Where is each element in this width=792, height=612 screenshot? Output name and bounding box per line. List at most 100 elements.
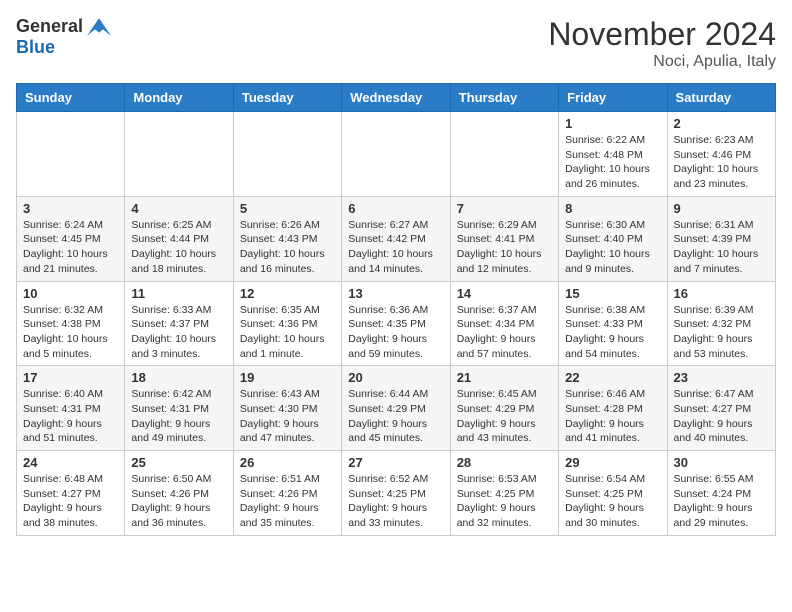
day-detail: Sunrise: 6:32 AM Sunset: 4:38 PM Dayligh… [23,303,118,362]
calendar-day-cell: 5 Sunrise: 6:26 AM Sunset: 4:43 PM Daylig… [233,196,341,281]
day-number: 9 [674,201,769,216]
calendar-day-cell [450,112,558,197]
day-number: 20 [348,370,443,385]
calendar-day-cell: 6 Sunrise: 6:27 AM Sunset: 4:42 PM Daylig… [342,196,450,281]
calendar-day-cell: 18 Sunrise: 6:42 AM Sunset: 4:31 PM Dayli… [125,366,233,451]
day-number: 19 [240,370,335,385]
day-number: 6 [348,201,443,216]
day-number: 3 [23,201,118,216]
day-number: 22 [565,370,660,385]
calendar-day-cell: 17Sunrise: 6:40 AM Sunset: 4:31 PM Dayli… [17,366,125,451]
day-of-week-header: Monday [125,84,233,112]
day-number: 16 [674,286,769,301]
day-number: 14 [457,286,552,301]
calendar-day-cell: 29Sunrise: 6:54 AM Sunset: 4:25 PM Dayli… [559,451,667,536]
day-of-week-header: Wednesday [342,84,450,112]
day-number: 5 [240,201,335,216]
day-number: 24 [23,455,118,470]
calendar-week-row: 17Sunrise: 6:40 AM Sunset: 4:31 PM Dayli… [17,366,776,451]
day-detail: Sunrise: 6:46 AM Sunset: 4:28 PM Dayligh… [565,387,660,446]
calendar-day-cell: 8 Sunrise: 6:30 AM Sunset: 4:40 PM Daylig… [559,196,667,281]
day-number: 28 [457,455,552,470]
calendar-day-cell: 10 Sunrise: 6:32 AM Sunset: 4:38 PM Dayli… [17,281,125,366]
calendar-day-cell: 9 Sunrise: 6:31 AM Sunset: 4:39 PM Daylig… [667,196,775,281]
day-detail: Sunrise: 6:37 AM Sunset: 4:34 PM Dayligh… [457,303,552,362]
calendar-week-row: 10 Sunrise: 6:32 AM Sunset: 4:38 PM Dayli… [17,281,776,366]
day-number: 18 [131,370,226,385]
day-detail: Sunrise: 6:36 AM Sunset: 4:35 PM Dayligh… [348,303,443,362]
day-detail: Sunrise: 6:40 AM Sunset: 4:31 PM Dayligh… [23,387,118,446]
calendar-day-cell: 13 Sunrise: 6:36 AM Sunset: 4:35 PM Dayli… [342,281,450,366]
calendar-day-cell: 20 Sunrise: 6:44 AM Sunset: 4:29 PM Dayli… [342,366,450,451]
day-detail: Sunrise: 6:38 AM Sunset: 4:33 PM Dayligh… [565,303,660,362]
day-detail: Sunrise: 6:22 AM Sunset: 4:48 PM Dayligh… [565,133,660,192]
day-detail: Sunrise: 6:35 AM Sunset: 4:36 PM Dayligh… [240,303,335,362]
day-detail: Sunrise: 6:45 AM Sunset: 4:29 PM Dayligh… [457,387,552,446]
day-detail: Sunrise: 6:55 AM Sunset: 4:24 PM Dayligh… [674,472,769,531]
calendar-day-cell: 22 Sunrise: 6:46 AM Sunset: 4:28 PM Dayli… [559,366,667,451]
day-detail: Sunrise: 6:43 AM Sunset: 4:30 PM Dayligh… [240,387,335,446]
day-of-week-header: Sunday [17,84,125,112]
day-detail: Sunrise: 6:42 AM Sunset: 4:31 PM Dayligh… [131,387,226,446]
calendar-day-cell: 11Sunrise: 6:33 AM Sunset: 4:37 PM Dayli… [125,281,233,366]
logo-blue-text: Blue [16,37,55,58]
calendar-day-cell: 23Sunrise: 6:47 AM Sunset: 4:27 PM Dayli… [667,366,775,451]
calendar-day-cell: 25 Sunrise: 6:50 AM Sunset: 4:26 PM Dayli… [125,451,233,536]
day-number: 27 [348,455,443,470]
calendar-day-cell: 16 Sunrise: 6:39 AM Sunset: 4:32 PM Dayli… [667,281,775,366]
day-detail: Sunrise: 6:47 AM Sunset: 4:27 PM Dayligh… [674,387,769,446]
calendar-week-row: 24Sunrise: 6:48 AM Sunset: 4:27 PM Dayli… [17,451,776,536]
day-detail: Sunrise: 6:51 AM Sunset: 4:26 PM Dayligh… [240,472,335,531]
day-detail: Sunrise: 6:24 AM Sunset: 4:45 PM Dayligh… [23,218,118,277]
calendar-day-cell: 19 Sunrise: 6:43 AM Sunset: 4:30 PM Dayli… [233,366,341,451]
day-detail: Sunrise: 6:54 AM Sunset: 4:25 PM Dayligh… [565,472,660,531]
day-detail: Sunrise: 6:44 AM Sunset: 4:29 PM Dayligh… [348,387,443,446]
calendar-day-cell [125,112,233,197]
calendar-day-cell: 4Sunrise: 6:25 AM Sunset: 4:44 PM Daylig… [125,196,233,281]
day-number: 1 [565,116,660,131]
calendar-week-row: 1 Sunrise: 6:22 AM Sunset: 4:48 PM Daylig… [17,112,776,197]
page-header: General Blue November 2024 Noci, Apulia,… [16,16,776,71]
day-of-week-header: Thursday [450,84,558,112]
calendar-day-cell: 24Sunrise: 6:48 AM Sunset: 4:27 PM Dayli… [17,451,125,536]
day-detail: Sunrise: 6:27 AM Sunset: 4:42 PM Dayligh… [348,218,443,277]
day-detail: Sunrise: 6:29 AM Sunset: 4:41 PM Dayligh… [457,218,552,277]
day-number: 13 [348,286,443,301]
calendar-day-cell: 27 Sunrise: 6:52 AM Sunset: 4:25 PM Dayli… [342,451,450,536]
day-detail: Sunrise: 6:50 AM Sunset: 4:26 PM Dayligh… [131,472,226,531]
day-number: 2 [674,116,769,131]
day-number: 30 [674,455,769,470]
calendar-day-cell: 28Sunrise: 6:53 AM Sunset: 4:25 PM Dayli… [450,451,558,536]
day-detail: Sunrise: 6:26 AM Sunset: 4:43 PM Dayligh… [240,218,335,277]
day-number: 15 [565,286,660,301]
day-of-week-header: Friday [559,84,667,112]
title-block: November 2024 Noci, Apulia, Italy [548,16,776,71]
day-number: 7 [457,201,552,216]
day-number: 10 [23,286,118,301]
day-number: 12 [240,286,335,301]
day-detail: Sunrise: 6:31 AM Sunset: 4:39 PM Dayligh… [674,218,769,277]
day-detail: Sunrise: 6:33 AM Sunset: 4:37 PM Dayligh… [131,303,226,362]
day-number: 8 [565,201,660,216]
day-number: 26 [240,455,335,470]
day-detail: Sunrise: 6:52 AM Sunset: 4:25 PM Dayligh… [348,472,443,531]
calendar-week-row: 3 Sunrise: 6:24 AM Sunset: 4:45 PM Daylig… [17,196,776,281]
calendar-day-cell: 7 Sunrise: 6:29 AM Sunset: 4:41 PM Daylig… [450,196,558,281]
logo-bird-icon [87,17,111,37]
day-detail: Sunrise: 6:30 AM Sunset: 4:40 PM Dayligh… [565,218,660,277]
calendar-day-cell: 1 Sunrise: 6:22 AM Sunset: 4:48 PM Daylig… [559,112,667,197]
calendar-day-cell: 3 Sunrise: 6:24 AM Sunset: 4:45 PM Daylig… [17,196,125,281]
day-number: 4 [131,201,226,216]
calendar-table: SundayMondayTuesdayWednesdayThursdayFrid… [16,83,776,536]
day-detail: Sunrise: 6:39 AM Sunset: 4:32 PM Dayligh… [674,303,769,362]
location-subtitle: Noci, Apulia, Italy [548,53,776,71]
calendar-day-cell [342,112,450,197]
logo-general-text: General [16,16,83,37]
calendar-day-cell: 15 Sunrise: 6:38 AM Sunset: 4:33 PM Dayli… [559,281,667,366]
day-number: 25 [131,455,226,470]
calendar-day-cell: 21Sunrise: 6:45 AM Sunset: 4:29 PM Dayli… [450,366,558,451]
calendar-day-cell: 30 Sunrise: 6:55 AM Sunset: 4:24 PM Dayli… [667,451,775,536]
day-detail: Sunrise: 6:23 AM Sunset: 4:46 PM Dayligh… [674,133,769,192]
day-of-week-header: Tuesday [233,84,341,112]
calendar-day-cell: 26 Sunrise: 6:51 AM Sunset: 4:26 PM Dayli… [233,451,341,536]
